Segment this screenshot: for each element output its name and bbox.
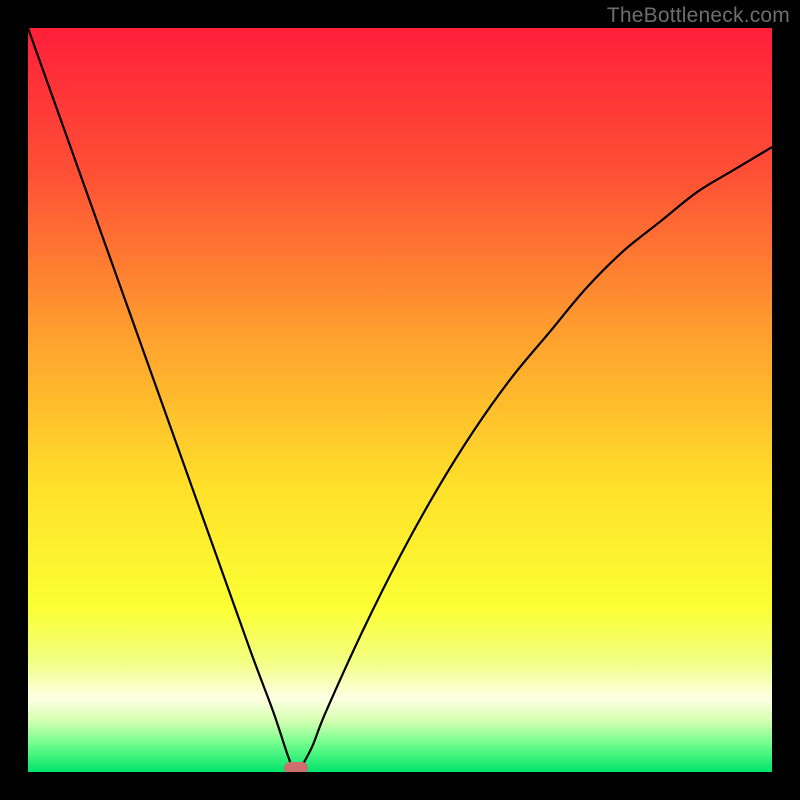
watermark-text: TheBottleneck.com [607,4,790,28]
optimum-marker [284,762,308,772]
bottleneck-curve [28,28,772,772]
plot-area [28,28,772,772]
chart-frame: TheBottleneck.com [0,0,800,800]
